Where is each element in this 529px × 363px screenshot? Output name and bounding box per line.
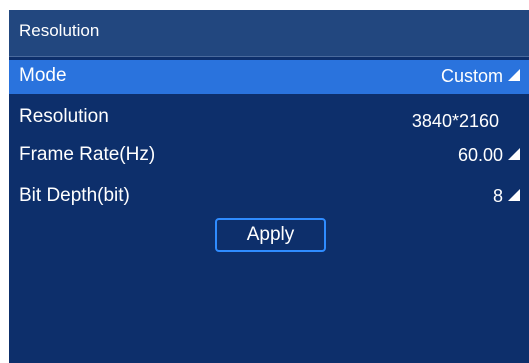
bit-depth-row[interactable]: Bit Depth(bit) 8 — [9, 180, 529, 214]
mode-row[interactable]: Mode Custom — [9, 60, 529, 94]
frame-rate-dropdown-arrow-icon[interactable] — [508, 148, 520, 160]
resolution-label: Resolution — [19, 106, 109, 127]
bit-depth-label: Bit Depth(bit) — [19, 185, 130, 206]
resolution-value: 3840*2160 — [411, 111, 499, 131]
mode-label: Mode — [19, 65, 67, 86]
bit-depth-dropdown-arrow-icon[interactable] — [508, 189, 520, 201]
panel-header: Resolution — [9, 10, 529, 57]
resolution-row: Resolution 3840*2160 — [9, 101, 529, 135]
mode-dropdown-arrow-icon[interactable] — [508, 69, 520, 81]
bit-depth-value: 8 — [492, 186, 503, 206]
mode-value: Custom — [440, 66, 503, 86]
apply-button[interactable]: Apply — [215, 218, 326, 252]
resolution-panel: Resolution Mode Custom Resolution 3840*2… — [9, 10, 529, 363]
frame-rate-label: Frame Rate(Hz) — [19, 144, 156, 165]
panel-title: Resolution — [19, 21, 100, 40]
frame-rate-value: 60.00 — [457, 145, 503, 165]
frame-rate-row[interactable]: Frame Rate(Hz) 60.00 — [9, 139, 529, 173]
